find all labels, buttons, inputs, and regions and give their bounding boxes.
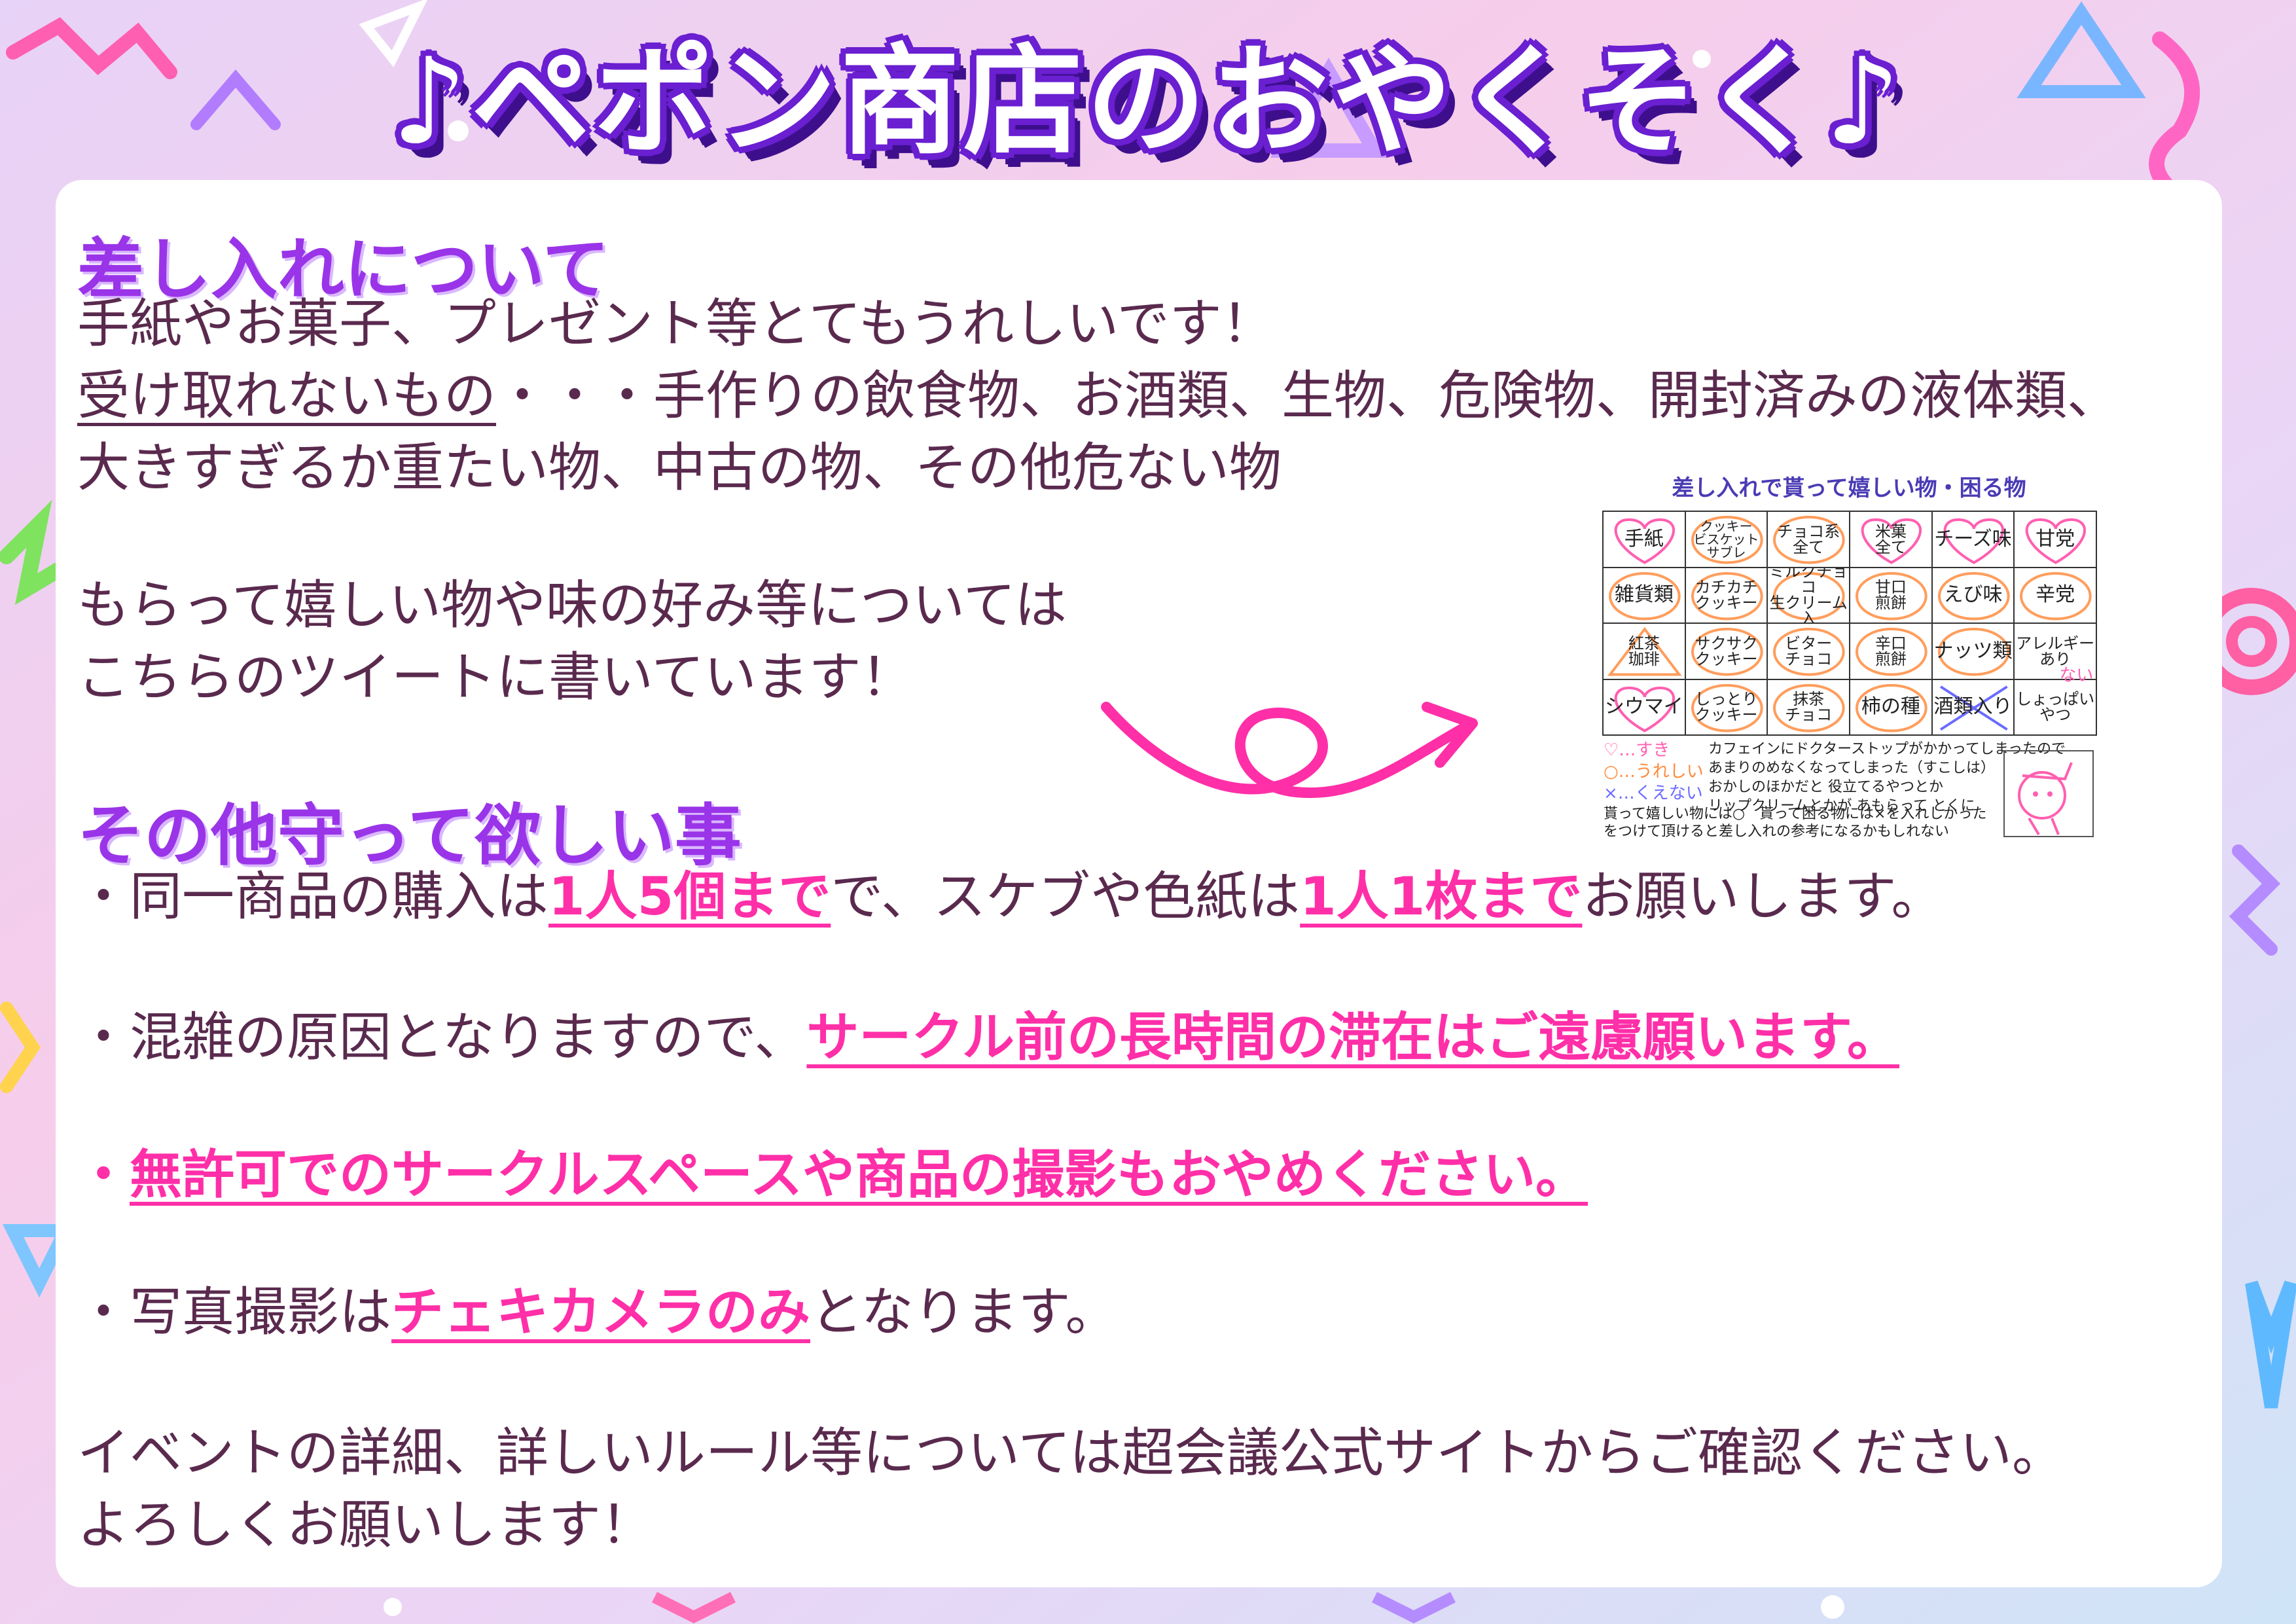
preferences-table-image: 差し入れで貰って嬉しい物・困る物 手紙 クッキー ビスケット サブレ チョコ系 全て 米菓全… bbox=[1597, 458, 2101, 841]
preference-cell: 紅茶 珈琲 bbox=[1602, 623, 1686, 680]
no-photo-highlight: 無許可でのサークルスペースや商品の撮影もおやめください。 bbox=[130, 1144, 1588, 1205]
preference-cell-label: サクサク クッキー bbox=[1695, 634, 1758, 668]
preference-cell-label: 辛党 bbox=[2036, 583, 2075, 607]
preference-cell-label: ミルクチョコ 生クリーム入 bbox=[1769, 566, 1848, 624]
legend-cannot-eat: ×…くえない bbox=[1604, 784, 1703, 803]
preference-cell: 甘党 bbox=[2013, 511, 2097, 568]
preference-cell-label: 辛口 煎餅 bbox=[1874, 634, 1907, 668]
cheki-highlight: チェキカメラのみ bbox=[391, 1282, 810, 1343]
preference-cell-label: しょっぱいやつ bbox=[2016, 690, 2095, 725]
preference-cell: ナッツ類 bbox=[1931, 623, 2015, 680]
preference-cell-label: 柿の種 bbox=[1861, 695, 1920, 719]
gifts-line-3: 大きすぎるか重たい物、中古の物、その他危ない物 bbox=[77, 437, 1282, 498]
preference-cell-label: 抹茶 チョコ bbox=[1785, 690, 1833, 725]
preference-cell-label: しっとり クッキー bbox=[1695, 690, 1758, 725]
preference-cell: 酒類入り bbox=[1931, 678, 2015, 736]
preferences-grid: 手紙 クッキー ビスケット サブレ チョコ系 全て 米菓 全て チーズ味 甘党雑貨類 カチカチ クッキ… bbox=[1602, 511, 2097, 736]
preference-cell-label: 紅茶 珈琲 bbox=[1628, 634, 1660, 668]
preference-cell-label: えび味 bbox=[1943, 583, 2003, 607]
page-title: ♪ペポン商店のおやくそく♪ bbox=[391, 32, 1905, 171]
mini-legend: ♡…すき ○…うれしい ×…くえない bbox=[1604, 740, 1704, 804]
preference-cell-label: チョコ系 全て bbox=[1777, 522, 1840, 556]
preference-cell-label: クッキー ビスケット サブレ bbox=[1693, 518, 1759, 560]
arrow-icon bbox=[1101, 702, 1478, 799]
preference-cell-label: 雑貨類 bbox=[1614, 583, 1674, 607]
legend-happy: ○…うれしい bbox=[1604, 762, 1704, 782]
closing-line-2: よろしくお願いします！ bbox=[77, 1494, 653, 1555]
gifts-line-1: 手紙やお菓子、プレゼント等とてもうれしいです！ bbox=[77, 293, 1274, 354]
preference-cell-label: チーズ味 bbox=[1934, 527, 2012, 550]
preference-cell: チーズ味 bbox=[1931, 511, 2015, 568]
preference-cell: しっとり クッキー bbox=[1684, 678, 1768, 736]
preference-cell-label: シウマイ bbox=[1604, 695, 1683, 719]
preference-cell-label: 酒類入り bbox=[1933, 695, 2013, 719]
preference-cell: カチカチ クッキー bbox=[1684, 566, 1768, 624]
preference-cell: 辛口 煎餅 bbox=[1849, 623, 1933, 680]
preference-cell: クッキー ビスケット サブレ bbox=[1684, 511, 1768, 568]
preference-cell: えび味 bbox=[1931, 566, 2015, 624]
mini-table-title: 差し入れで貰って嬉しい物・困る物 bbox=[1672, 475, 2026, 501]
not-accepted-label: 受け取れないもの bbox=[77, 365, 496, 426]
character-sketch-icon bbox=[2003, 750, 2094, 837]
preference-cell: 辛党 bbox=[2013, 566, 2097, 624]
preference-cell: 甘口 煎餅 bbox=[1849, 566, 1933, 624]
preference-cell: サクサク クッキー bbox=[1684, 623, 1768, 680]
preference-cell-label: ナッツ類 bbox=[1933, 639, 2013, 662]
preference-cell: 米菓 全て bbox=[1849, 511, 1933, 568]
rule-purchase-limit: ・同一商品の購入は1人5個までで、スケブや色紙は1人1枚までお願いします。 bbox=[77, 866, 1944, 927]
preference-cell: シウマイ bbox=[1602, 678, 1686, 736]
preference-cell-label: 甘口 煎餅 bbox=[1874, 578, 1907, 613]
legend-like: ♡…すき bbox=[1604, 740, 1670, 760]
preference-cell-label: 米菓 全て bbox=[1874, 522, 1907, 556]
rule-cheki-only: ・写真撮影はチェキカメラのみとなります。 bbox=[77, 1282, 1118, 1343]
gifts-line-2: 受け取れないもの・・・手作りの飲食物、お酒類、生物、危険物、開封済みの液体類、 bbox=[77, 363, 2119, 429]
gifts-line-4: もらって嬉しい物や味の好み等については bbox=[77, 575, 1067, 636]
preference-cell: ミルクチョコ 生クリーム入 bbox=[1767, 566, 1850, 624]
mini-footer-note: 貰って嬉しい物には○ 貰って困る物には×を入れしかった をつけて頂けると差し入れの… bbox=[1604, 806, 1987, 840]
preference-cell: 柿の種 bbox=[1849, 678, 1933, 736]
preference-cell-label: カチカチ クッキー bbox=[1695, 578, 1758, 613]
rule-no-lingering: ・混雑の原因となりますので、サークル前の長時間の滞在はご遠慮願います。 bbox=[77, 1007, 1900, 1068]
preference-cell: 手紙 bbox=[1602, 511, 1686, 568]
preference-cell-label: ビター チョコ bbox=[1785, 634, 1833, 668]
preference-cell: 雑貨類 bbox=[1602, 566, 1686, 624]
gifts-line-5: こちらのツイートに書いています！ bbox=[77, 647, 914, 708]
limit-per-item: 1人5個まで bbox=[548, 866, 831, 927]
preference-cell-label: 甘党 bbox=[2036, 527, 2075, 550]
title-banner: ♪ペポン商店のおやくそく♪ bbox=[0, 20, 2296, 183]
preference-cell-label: 手紙 bbox=[1624, 527, 1664, 550]
preference-cell: チョコ系 全て bbox=[1767, 511, 1850, 568]
preference-cell: 抹茶 チョコ bbox=[1767, 678, 1850, 736]
preference-cell: しょっぱいやつ bbox=[2013, 678, 2097, 736]
no-lingering-highlight: サークル前の長時間の滞在はご遠慮願います。 bbox=[806, 1007, 1900, 1068]
preference-cell: ビター チョコ bbox=[1767, 623, 1850, 680]
limit-sketch: 1人1枚まで bbox=[1300, 866, 1583, 927]
rule-no-photo: ・無許可でのサークルスペースや商品の撮影もおやめください。 bbox=[77, 1144, 1588, 1205]
closing-line-1: イベントの詳細、詳しいルール等については超会議公式サイトからご確認ください。 bbox=[77, 1422, 2064, 1483]
preference-cell-label: アレルギー あり bbox=[2016, 634, 2095, 668]
not-accepted-list: ・・・手作りの飲食物、お酒類、生物、危険物、開封済みの液体類、 bbox=[496, 365, 2119, 426]
